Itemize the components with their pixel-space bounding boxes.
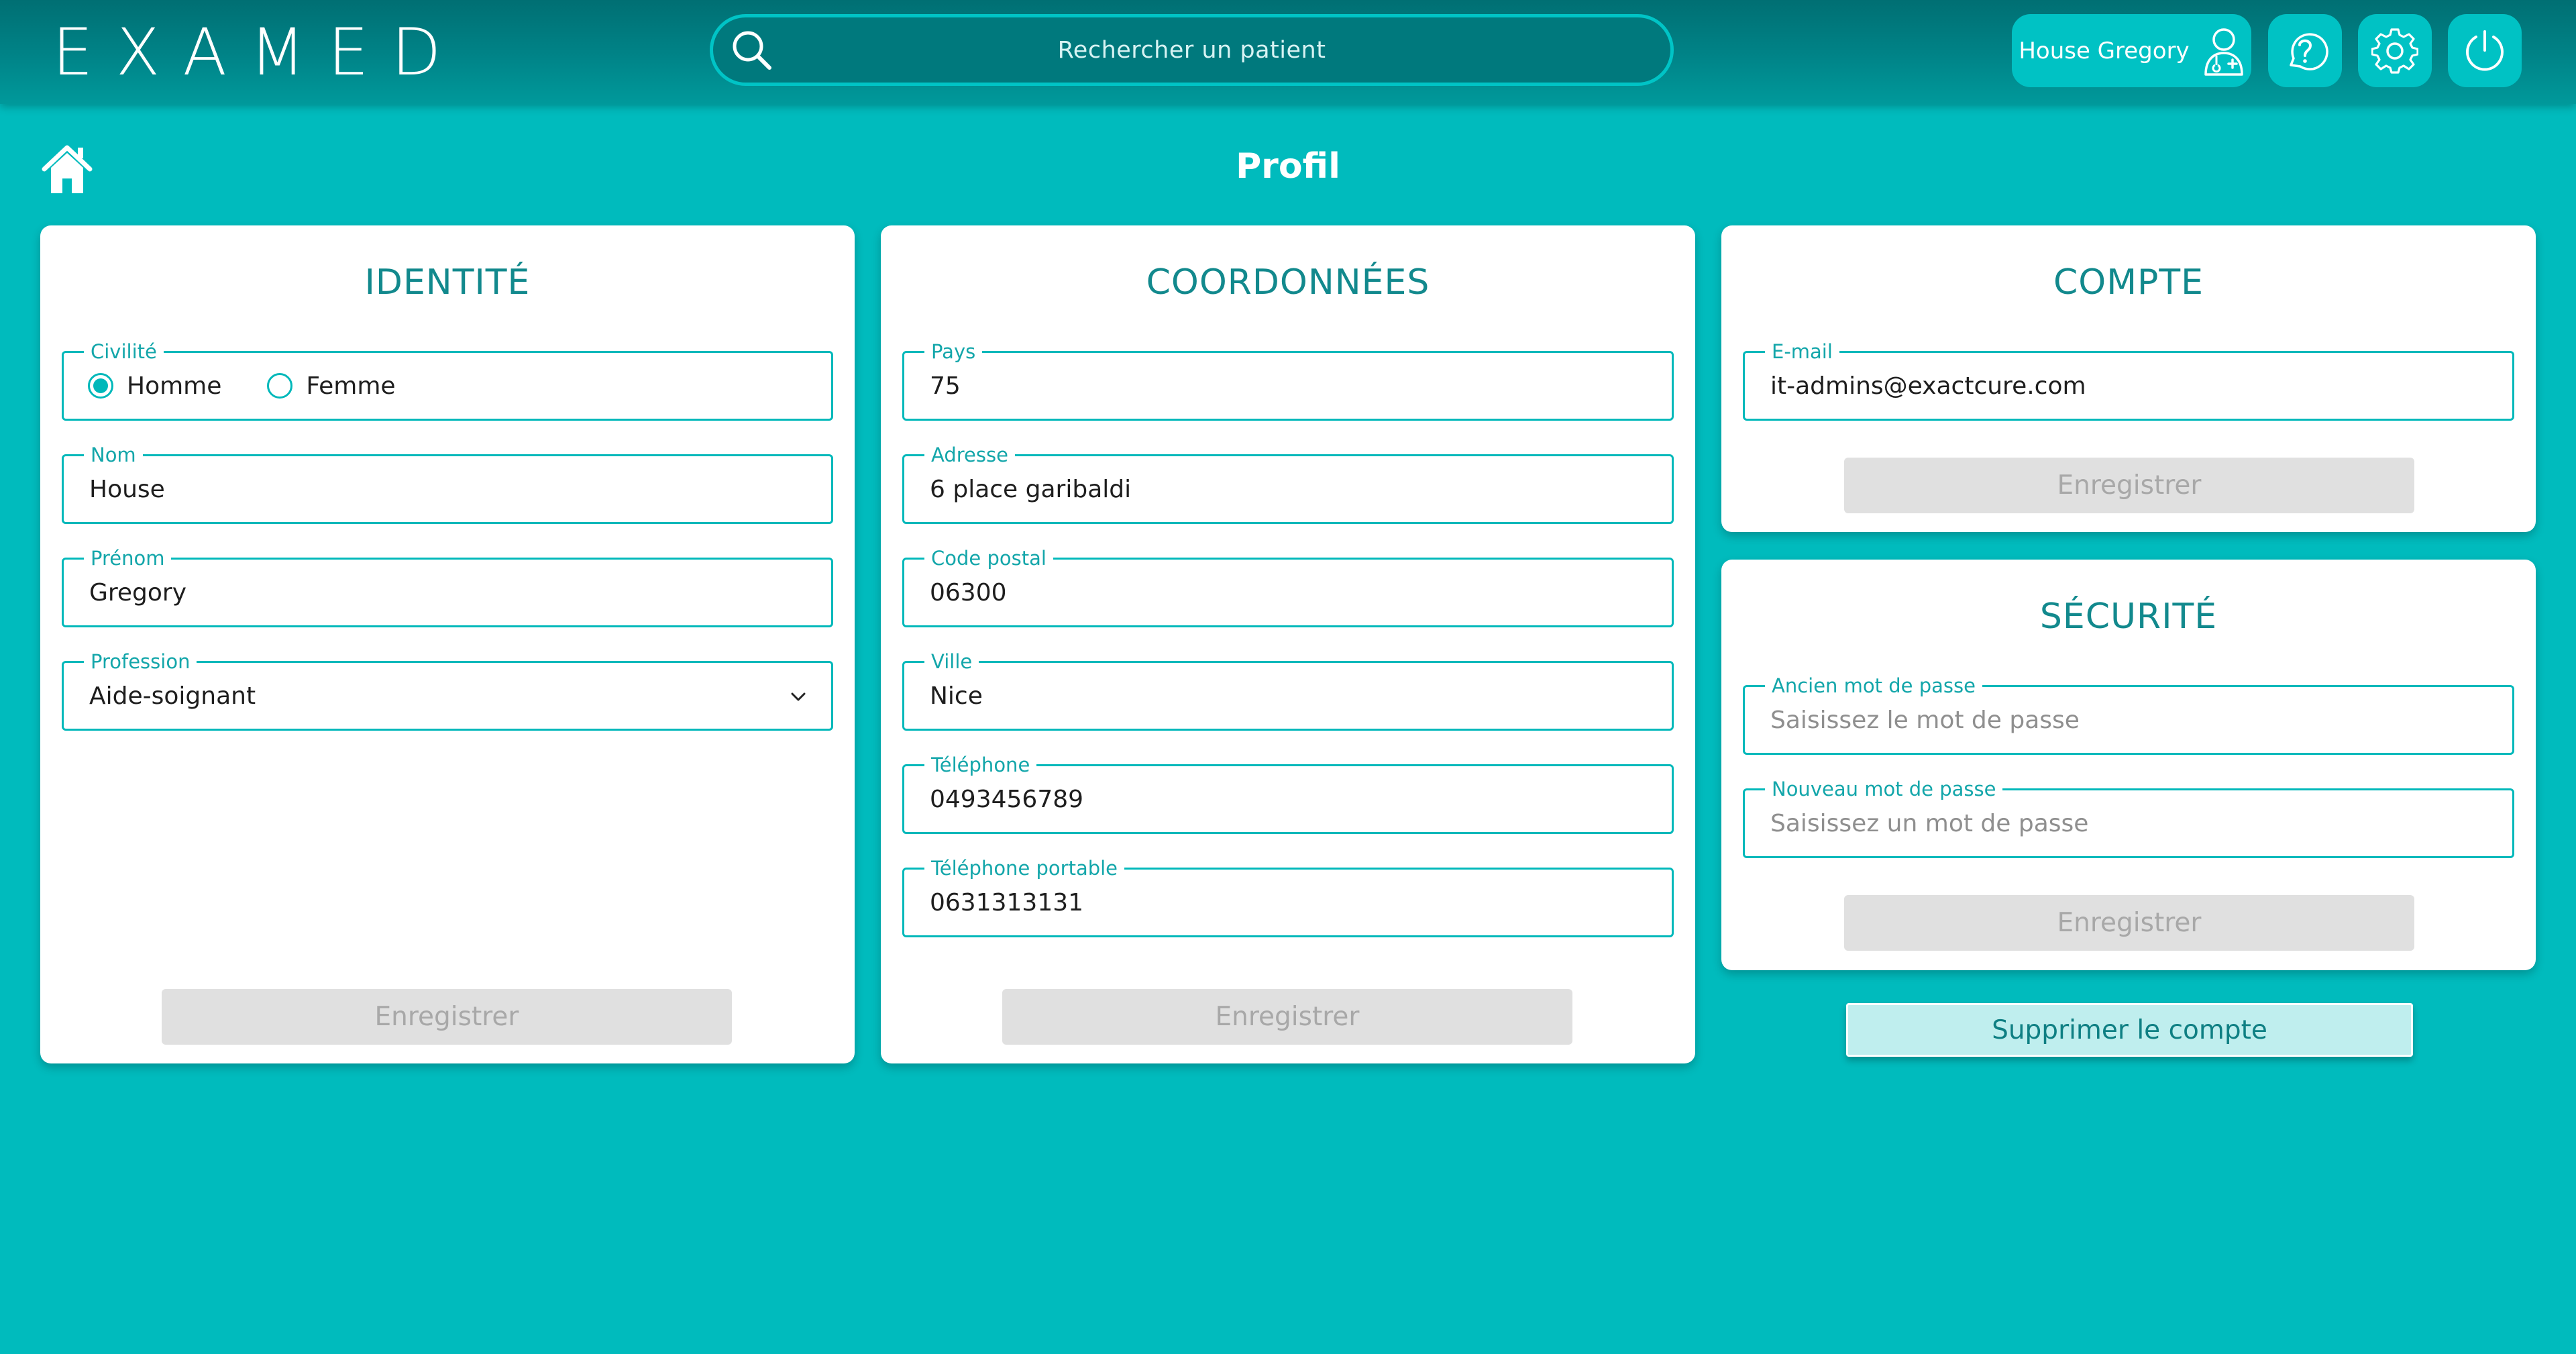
country-field[interactable]: Pays 75 xyxy=(902,340,1674,421)
identity-save-button[interactable]: Enregistrer xyxy=(162,989,732,1045)
settings-button[interactable] xyxy=(2358,14,2432,87)
contact-card: COORDONNÉES Pays 75 Adresse 6 place gari… xyxy=(881,225,1695,1063)
country-input[interactable]: 75 xyxy=(930,353,961,419)
profession-select[interactable]: Profession Aide-soignant xyxy=(62,649,833,731)
first-name-field[interactable]: Prénom Gregory xyxy=(62,546,833,627)
last-name-input[interactable]: House xyxy=(89,456,165,522)
help-button[interactable] xyxy=(2268,14,2342,87)
radio-unselected[interactable] xyxy=(267,373,293,399)
app-header: EXAMED Rechercher un patient House Grego… xyxy=(0,0,2576,104)
address-input[interactable]: 6 place garibaldi xyxy=(930,456,1131,522)
postal-code-input[interactable]: 06300 xyxy=(930,560,1007,625)
old-password-field[interactable]: Ancien mot de passe Saisissez le mot de … xyxy=(1743,674,2514,755)
civility-option-homme[interactable]: Homme xyxy=(88,372,221,400)
security-title: SÉCURITÉ xyxy=(2039,596,2218,637)
account-save-button[interactable]: Enregistrer xyxy=(1844,458,2414,513)
user-profile-button[interactable]: House Gregory xyxy=(2012,14,2251,87)
email-field[interactable]: E-mail it-admins@exactcure.com xyxy=(1743,340,2514,421)
phone-field[interactable]: Téléphone 0493456789 xyxy=(902,753,1674,834)
contact-save-button[interactable]: Enregistrer xyxy=(1002,989,1572,1045)
city-input[interactable]: Nice xyxy=(930,663,983,729)
profession-value[interactable]: Aide-soignant xyxy=(89,663,256,729)
help-icon xyxy=(2290,32,2328,70)
user-name: House Gregory xyxy=(2019,37,2190,64)
examed-logo[interactable]: EXAMED xyxy=(52,19,464,86)
security-card: SÉCURITÉ Ancien mot de passe Saisissez l… xyxy=(1721,560,2536,970)
phone-input[interactable]: 0493456789 xyxy=(930,766,1083,832)
security-save-button[interactable]: Enregistrer xyxy=(1844,895,2414,951)
account-title: COMPTE xyxy=(2053,262,2204,303)
radio-selected[interactable] xyxy=(88,373,113,399)
email-input[interactable]: it-admins@exactcure.com xyxy=(1770,353,2086,419)
new-password-field[interactable]: Nouveau mot de passe Saisissez un mot de… xyxy=(1743,777,2514,858)
identity-card: IDENTITÉ Civilité Homme Femme Nom House … xyxy=(40,225,855,1063)
civility-option-femme[interactable]: Femme xyxy=(267,372,396,400)
civility-option-label: Homme xyxy=(127,372,222,400)
last-name-field[interactable]: Nom House xyxy=(62,443,833,524)
civility-option-label: Femme xyxy=(306,372,396,400)
search-placeholder[interactable]: Rechercher un patient xyxy=(713,37,1670,64)
contact-title: COORDONNÉES xyxy=(1146,262,1430,303)
delete-account-button[interactable]: Supprimer le compte xyxy=(1846,1003,2413,1057)
page-title: Profil xyxy=(1236,146,1340,187)
city-field[interactable]: Ville Nice xyxy=(902,649,1674,731)
gear-icon xyxy=(2371,28,2418,74)
search-icon[interactable] xyxy=(728,26,776,74)
account-card: COMPTE E-mail it-admins@exactcure.com En… xyxy=(1721,225,2536,532)
address-field[interactable]: Adresse 6 place garibaldi xyxy=(902,443,1674,524)
postal-code-field[interactable]: Code postal 06300 xyxy=(902,546,1674,627)
identity-title: IDENTITÉ xyxy=(364,262,531,303)
old-password-input[interactable]: Saisissez le mot de passe xyxy=(1770,687,2080,753)
first-name-input[interactable]: Gregory xyxy=(89,560,186,625)
civility-field: Civilité Homme Femme xyxy=(62,340,833,421)
civility-radio-group: Homme Femme xyxy=(88,353,441,419)
mobile-field[interactable]: Téléphone portable 0631313131 xyxy=(902,856,1674,937)
chevron-down-icon[interactable] xyxy=(788,687,808,707)
power-icon xyxy=(2466,30,2504,70)
user-doctor-icon xyxy=(2204,28,2243,76)
logout-button[interactable] xyxy=(2448,14,2522,87)
mobile-input[interactable]: 0631313131 xyxy=(930,870,1083,935)
patient-search-bar[interactable]: Rechercher un patient xyxy=(710,14,1674,86)
new-password-input[interactable]: Saisissez un mot de passe xyxy=(1770,790,2088,856)
